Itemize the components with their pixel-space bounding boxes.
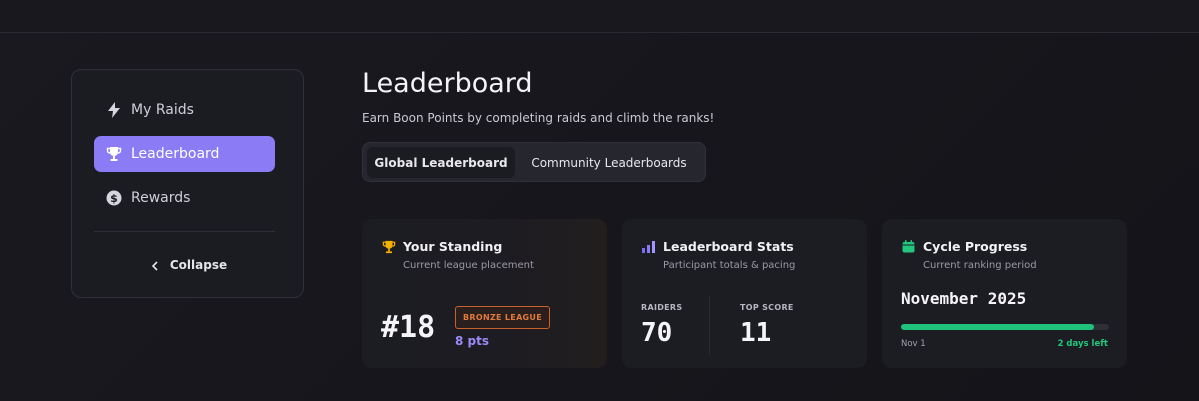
trophy-icon xyxy=(381,239,396,254)
standing-card-header: Your Standing xyxy=(381,239,502,254)
rank-value: #18 xyxy=(381,310,436,345)
top-bar xyxy=(0,0,1199,33)
raiders-value: 70 xyxy=(641,318,673,348)
card-title: Your Standing xyxy=(403,239,503,254)
cycle-remaining-label: 2 days left xyxy=(1057,339,1108,349)
cycle-card-header: Cycle Progress xyxy=(901,239,1027,254)
stats-card-header: Leaderboard Stats xyxy=(641,239,794,254)
sidebar: My Raids Leaderboard $ Rewards Collapse xyxy=(71,69,304,298)
sidebar-divider xyxy=(94,231,275,232)
chevron-left-icon xyxy=(150,256,160,275)
sidebar-item-rewards[interactable]: $ Rewards xyxy=(94,180,275,216)
tab-community-leaderboards[interactable]: Community Leaderboards xyxy=(517,147,701,178)
top-score-label: TOP SCORE xyxy=(740,303,794,312)
lightning-icon xyxy=(106,102,122,118)
dollar-coin-icon: $ xyxy=(106,190,122,206)
sidebar-item-label: Leaderboard xyxy=(131,146,220,162)
bar-chart-icon xyxy=(641,239,656,254)
stats-card: Leaderboard Stats Participant totals & p… xyxy=(622,219,867,368)
svg-text:$: $ xyxy=(110,192,118,205)
trophy-icon xyxy=(106,146,122,162)
cycle-progress-bar xyxy=(901,324,1109,330)
calendar-icon xyxy=(901,239,916,254)
card-subtitle: Current league placement xyxy=(403,260,534,271)
cycle-card: Cycle Progress Current ranking period No… xyxy=(882,219,1127,368)
league-badge: BRONZE LEAGUE xyxy=(455,306,550,329)
leaderboard-tabs: Global Leaderboard Community Leaderboard… xyxy=(362,142,706,182)
sidebar-item-leaderboard[interactable]: Leaderboard xyxy=(94,136,275,172)
raiders-label: RAIDERS xyxy=(641,303,683,312)
cycle-period: November 2025 xyxy=(901,289,1027,308)
card-title: Leaderboard Stats xyxy=(663,239,794,254)
sidebar-item-my-raids[interactable]: My Raids xyxy=(94,92,275,128)
page-subtitle: Earn Boon Points by completing raids and… xyxy=(362,111,715,125)
cycle-start-label: Nov 1 xyxy=(901,339,926,349)
standing-card: Your Standing Current league placement #… xyxy=(362,219,607,368)
sidebar-item-label: My Raids xyxy=(131,102,194,118)
collapse-label: Collapse xyxy=(169,258,228,272)
tab-global-leaderboard[interactable]: Global Leaderboard xyxy=(367,147,515,178)
cycle-progress-fill xyxy=(901,324,1095,330)
page-title: Leaderboard xyxy=(362,68,533,99)
sidebar-item-label: Rewards xyxy=(131,190,191,206)
app-page: My Raids Leaderboard $ Rewards Collapse … xyxy=(0,0,1199,401)
card-subtitle: Current ranking period xyxy=(923,260,1037,271)
points-value: 8 pts xyxy=(455,334,489,348)
card-subtitle: Participant totals & pacing xyxy=(663,260,796,271)
top-score-value: 11 xyxy=(740,318,772,348)
stat-divider xyxy=(709,296,710,356)
card-title: Cycle Progress xyxy=(923,239,1028,254)
collapse-button[interactable]: Collapse xyxy=(72,254,305,276)
